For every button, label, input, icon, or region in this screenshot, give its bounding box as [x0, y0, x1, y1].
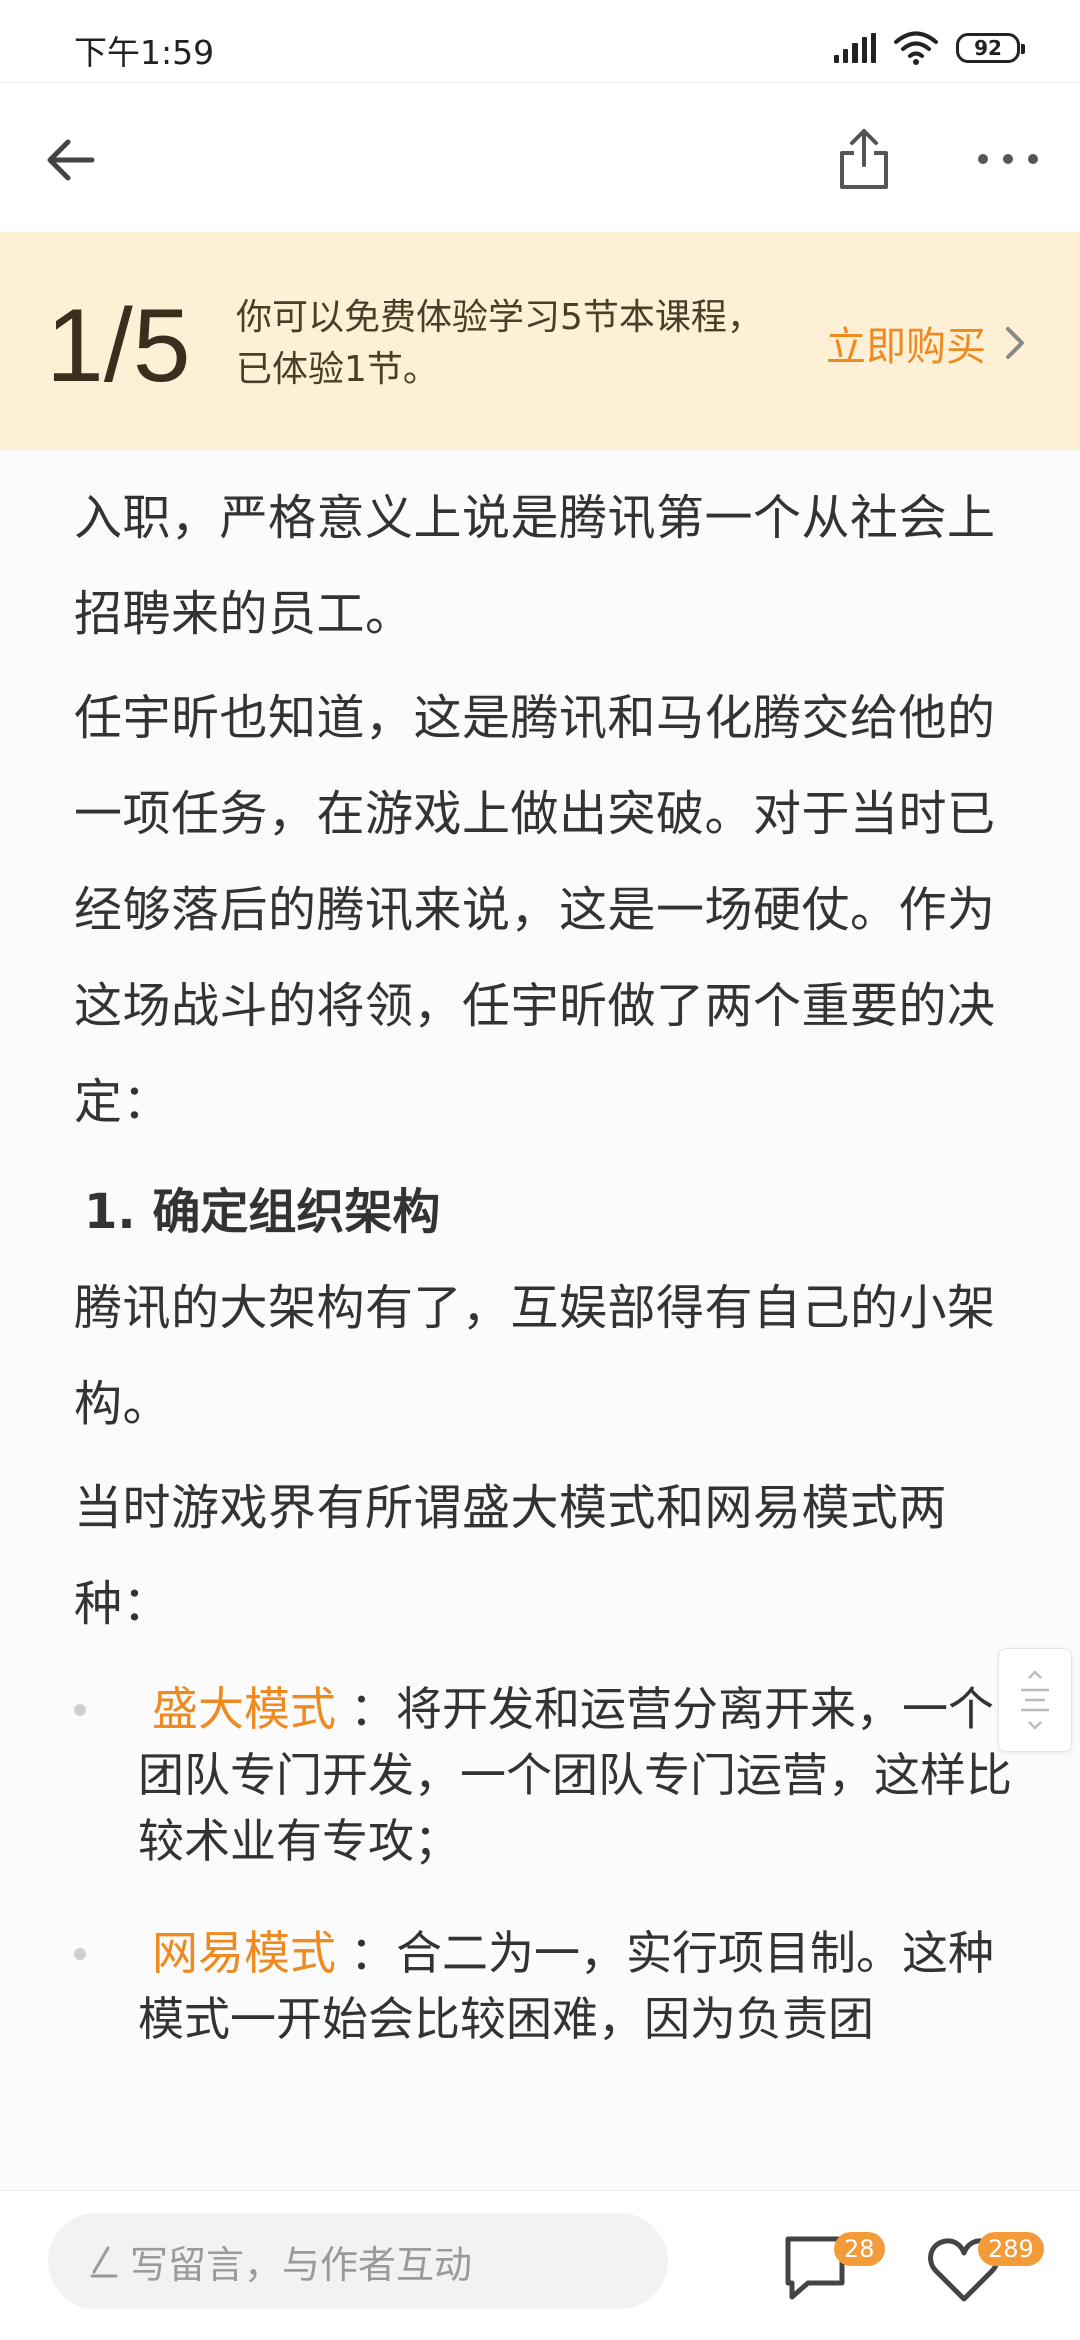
list-item: 网易模式 ：合二为一，实行项目制。这种模式一开始会比较困难，因为负责团 [74, 1920, 1014, 2052]
status-icons: 92 [834, 28, 1025, 68]
battery-icon: 92 [956, 33, 1025, 63]
article-paragraph: 任宇昕也知道，这是腾讯和马化腾交给他的一项任务，在游戏上做出突破。对于当时已经够… [74, 690, 996, 1130]
section-title: 1. 确定组织架构 [84, 1184, 441, 1240]
trial-count: 1/5 [46, 288, 191, 404]
buy-now-label: 立即购买 [826, 324, 986, 370]
trial-banner: 1/5 你可以免费体验学习5节本课程， 已体验1节。 立即购买 [0, 232, 1080, 450]
bullet-term: 盛大模式 [152, 1682, 336, 1736]
trial-description: 你可以免费体验学习5节本课程， 已体验1节。 [236, 292, 796, 396]
trial-line-2: 已体验1节。 [236, 349, 439, 390]
signal-icon [834, 33, 877, 63]
comment-input[interactable]: 写留言，与作者互动 [48, 2213, 668, 2309]
buy-now-button[interactable]: 立即购买 [826, 314, 1026, 372]
chevron-right-icon [1006, 327, 1024, 359]
list-item: 盛大模式 ：将开发和运营分离开来，一个团队专门开发，一个团队专门运营，这样比较术业… [74, 1676, 1014, 1874]
trial-line-1: 你可以免费体验学习5节本课程， [236, 297, 763, 338]
arrow-left-icon[interactable] [40, 128, 104, 192]
article-paragraph: 腾讯的大架构有了，互娱部得有自己的小架构。 [74, 1280, 996, 1432]
comment-count-badge: 28 [834, 2232, 885, 2266]
more-icon[interactable] [978, 143, 1038, 175]
scroll-handle-icon [1021, 1670, 1049, 1730]
article-paragraph: 当时游戏界有所谓盛大模式和网易模式两种： [74, 1480, 948, 1632]
nav-bar [0, 82, 1080, 232]
pen-icon [90, 2246, 118, 2278]
status-time: 下午1:59 [74, 33, 215, 72]
wifi-icon [894, 31, 938, 65]
scroll-handle[interactable] [998, 1648, 1072, 1752]
article-paragraph: 入职，严格意义上说是腾讯第一个从社会上招聘来的员工。 [74, 490, 996, 642]
like-count-badge: 289 [978, 2232, 1044, 2266]
bullet-dot [74, 1948, 86, 1960]
bottom-bar: 写留言，与作者互动 [0, 2190, 1080, 2340]
bullet-dot [74, 1704, 86, 1716]
comment-placeholder: 写留言，与作者互动 [130, 2242, 473, 2287]
article-body: 入职，严格意义上说是腾讯第一个从社会上招聘来的员工。 任宇昕也知道，这是腾讯和马… [74, 470, 1014, 2098]
share-icon[interactable] [834, 125, 894, 193]
status-bar: 下午1:59 92 [0, 0, 1080, 82]
bullet-list: 盛大模式 ：将开发和运营分离开来，一个团队专门开发，一个团队专门运营，这样比较术业… [74, 1676, 1014, 2052]
bullet-term: 网易模式 [152, 1926, 336, 1980]
